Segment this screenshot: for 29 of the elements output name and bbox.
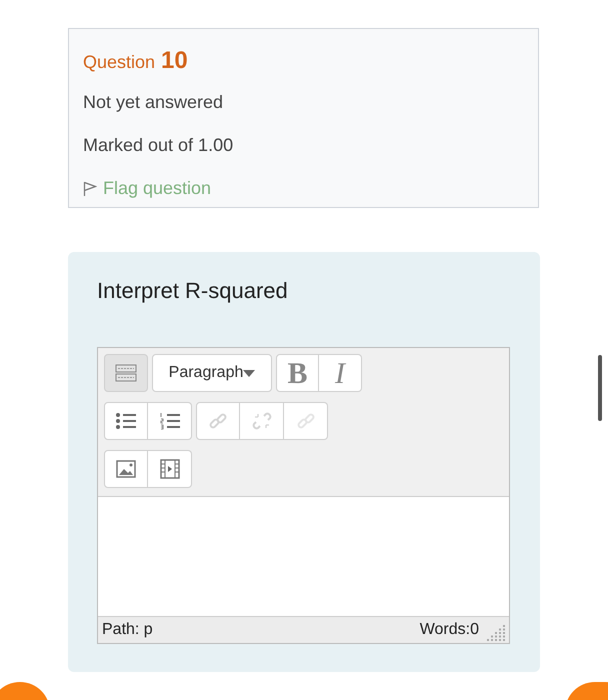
number-list-button[interactable]: [148, 402, 192, 440]
italic-button[interactable]: I: [319, 354, 362, 392]
link-icon: [296, 411, 316, 431]
answer-status: Not yet answered: [83, 91, 224, 114]
link-icon: [208, 411, 228, 431]
image-icon: [116, 460, 136, 478]
word-count: Words:0: [420, 620, 479, 640]
numbered-list-icon: [158, 412, 180, 430]
question-label: Question: [83, 51, 156, 74]
video-icon: [160, 459, 180, 479]
unlink-icon: [252, 411, 272, 431]
flag-icon: [83, 180, 97, 196]
bullet-list-icon: [115, 412, 137, 430]
bullet-list-button[interactable]: [104, 402, 148, 440]
marks-text: Marked out of 1.00: [83, 134, 234, 157]
bold-button[interactable]: B: [276, 354, 319, 392]
resize-handle-icon[interactable]: [487, 625, 507, 643]
toolbar-toggle-icon: [115, 364, 137, 382]
format-dropdown[interactable]: Paragraph: [152, 354, 272, 392]
path-text: Path: p: [102, 620, 153, 640]
caret-icon: [243, 370, 256, 376]
image-button[interactable]: [104, 450, 148, 488]
scrollbar[interactable]: [598, 355, 602, 421]
flag-question-link[interactable]: Flag question: [103, 175, 212, 202]
question-prompt: Interpret R-squared: [97, 277, 289, 305]
answer-field[interactable]: [98, 497, 509, 617]
media-button[interactable]: [148, 450, 192, 488]
question-number: 10: [161, 46, 188, 76]
toggle-button[interactable]: [104, 354, 148, 392]
